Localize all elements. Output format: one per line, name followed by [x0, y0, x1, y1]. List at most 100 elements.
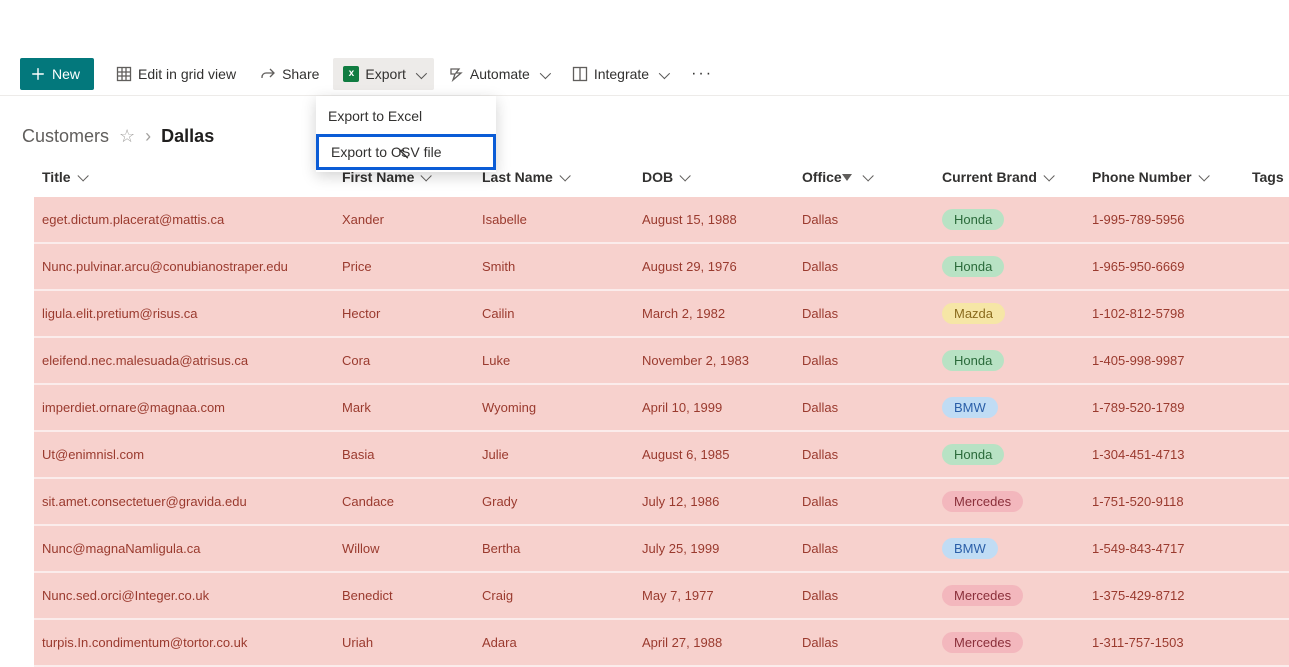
export-csv-label: Export to CSV file	[331, 144, 442, 160]
col-dob[interactable]: DOB	[634, 157, 794, 197]
automate-icon	[448, 66, 464, 82]
cell-tags	[1244, 337, 1289, 384]
integrate-icon	[572, 66, 588, 82]
cell-tags	[1244, 525, 1289, 572]
cell-tags	[1244, 243, 1289, 290]
cell-office: Dallas	[794, 337, 934, 384]
cell-phone: 1-405-998-9987	[1084, 337, 1244, 384]
cell-office: Dallas	[794, 384, 934, 431]
table-row[interactable]: eleifend.nec.malesuada@atrisus.caCoraLuk…	[34, 337, 1289, 384]
cell-office: Dallas	[794, 290, 934, 337]
cell-last-name: Isabelle	[474, 197, 634, 243]
cell-office: Dallas	[794, 478, 934, 525]
cell-title: imperdiet.ornare@magnaa.com	[34, 384, 334, 431]
cell-first-name: Uriah	[334, 619, 474, 666]
integrate-label: Integrate	[594, 66, 649, 82]
cell-dob: July 25, 1999	[634, 525, 794, 572]
col-tags[interactable]: Tags	[1244, 157, 1289, 197]
cell-title: Nunc@magnaNamligula.ca	[34, 525, 334, 572]
cell-tags	[1244, 290, 1289, 337]
cell-dob: May 7, 1977	[634, 572, 794, 619]
export-button[interactable]: x Export	[333, 58, 433, 90]
brand-pill: Mercedes	[942, 632, 1023, 653]
cell-tags	[1244, 384, 1289, 431]
cell-title: eget.dictum.placerat@mattis.ca	[34, 197, 334, 243]
cell-dob: July 12, 1986	[634, 478, 794, 525]
col-office[interactable]: Office	[794, 157, 934, 197]
plus-icon	[30, 66, 46, 82]
cell-first-name: Candace	[334, 478, 474, 525]
cell-tags	[1244, 431, 1289, 478]
chevron-down-icon	[655, 66, 667, 82]
table-row[interactable]: eget.dictum.placerat@mattis.caXanderIsab…	[34, 197, 1289, 243]
cell-last-name: Julie	[474, 431, 634, 478]
cell-dob: April 27, 1988	[634, 619, 794, 666]
table-row[interactable]: Nunc.pulvinar.arcu@conubianostraper.eduP…	[34, 243, 1289, 290]
cell-last-name: Cailin	[474, 290, 634, 337]
breadcrumb-separator: ›	[145, 126, 151, 147]
cell-phone: 1-375-429-8712	[1084, 572, 1244, 619]
col-phone[interactable]: Phone Number	[1084, 157, 1244, 197]
export-csv-item[interactable]: Export to CSV file ↖	[316, 134, 496, 170]
new-button-label: New	[52, 66, 80, 82]
grid-icon	[116, 66, 132, 82]
edit-grid-label: Edit in grid view	[138, 66, 236, 82]
cell-tags	[1244, 572, 1289, 619]
cell-office: Dallas	[794, 431, 934, 478]
integrate-button[interactable]: Integrate	[562, 58, 677, 90]
cell-tags	[1244, 619, 1289, 666]
table-row[interactable]: sit.amet.consectetuer@gravida.eduCandace…	[34, 478, 1289, 525]
cell-last-name: Bertha	[474, 525, 634, 572]
automate-button[interactable]: Automate	[438, 58, 558, 90]
table-row[interactable]: Nunc@magnaNamligula.caWillowBerthaJuly 2…	[34, 525, 1289, 572]
brand-pill: Honda	[942, 444, 1004, 465]
cell-first-name: Benedict	[334, 572, 474, 619]
cell-last-name: Luke	[474, 337, 634, 384]
table-row[interactable]: ligula.elit.pretium@risus.caHectorCailin…	[34, 290, 1289, 337]
breadcrumb-list[interactable]: Customers	[22, 126, 109, 147]
cell-dob: November 2, 1983	[634, 337, 794, 384]
cell-office: Dallas	[794, 572, 934, 619]
col-title[interactable]: Title	[34, 157, 334, 197]
table-row[interactable]: Ut@enimnisl.comBasiaJulieAugust 6, 1985D…	[34, 431, 1289, 478]
cell-title: turpis.In.condimentum@tortor.co.uk	[34, 619, 334, 666]
cell-first-name: Hector	[334, 290, 474, 337]
cell-title: Ut@enimnisl.com	[34, 431, 334, 478]
table-row[interactable]: turpis.In.condimentum@tortor.co.ukUriah A…	[34, 619, 1289, 666]
cell-phone: 1-995-789-5956	[1084, 197, 1244, 243]
more-button[interactable]: ···	[681, 58, 723, 90]
table-row[interactable]: imperdiet.ornare@magnaa.comMarkWyomingAp…	[34, 384, 1289, 431]
cell-title: ligula.elit.pretium@risus.ca	[34, 290, 334, 337]
cell-brand: Honda	[934, 337, 1084, 384]
table-row[interactable]: Nunc.sed.orci@Integer.co.ukBenedictCraig…	[34, 572, 1289, 619]
export-excel-item[interactable]: Export to Excel	[316, 98, 496, 134]
share-button[interactable]: Share	[250, 58, 329, 90]
cell-phone: 1-311-757-1503	[1084, 619, 1244, 666]
edit-grid-button[interactable]: Edit in grid view	[106, 58, 246, 90]
cell-brand: Mercedes	[934, 478, 1084, 525]
cell-first-name: Willow	[334, 525, 474, 572]
cell-brand: Mazda	[934, 290, 1084, 337]
brand-pill: Honda	[942, 209, 1004, 230]
col-last-name[interactable]: Last Name	[474, 157, 634, 197]
cell-phone: 1-102-812-5798	[1084, 290, 1244, 337]
favorite-icon[interactable]: ☆	[119, 126, 135, 147]
export-excel-label: Export to Excel	[328, 108, 422, 124]
brand-pill: Mercedes	[942, 491, 1023, 512]
cell-first-name: Price	[334, 243, 474, 290]
export-label: Export	[365, 66, 405, 82]
brand-pill: Mercedes	[942, 585, 1023, 606]
cell-office: Dallas	[794, 197, 934, 243]
cell-last-name: Craig	[474, 572, 634, 619]
cell-office: Dallas	[794, 619, 934, 666]
share-icon	[260, 66, 276, 82]
cell-dob: August 29, 1976	[634, 243, 794, 290]
cell-phone: 1-965-950-6669	[1084, 243, 1244, 290]
col-brand[interactable]: Current Brand	[934, 157, 1084, 197]
share-label: Share	[282, 66, 319, 82]
new-button[interactable]: New	[20, 58, 94, 90]
excel-icon: x	[343, 66, 359, 82]
cell-first-name: Xander	[334, 197, 474, 243]
command-bar: New Edit in grid view Share x Export Aut…	[0, 52, 1289, 96]
breadcrumb: Customers ☆ › Dallas	[0, 96, 1289, 157]
